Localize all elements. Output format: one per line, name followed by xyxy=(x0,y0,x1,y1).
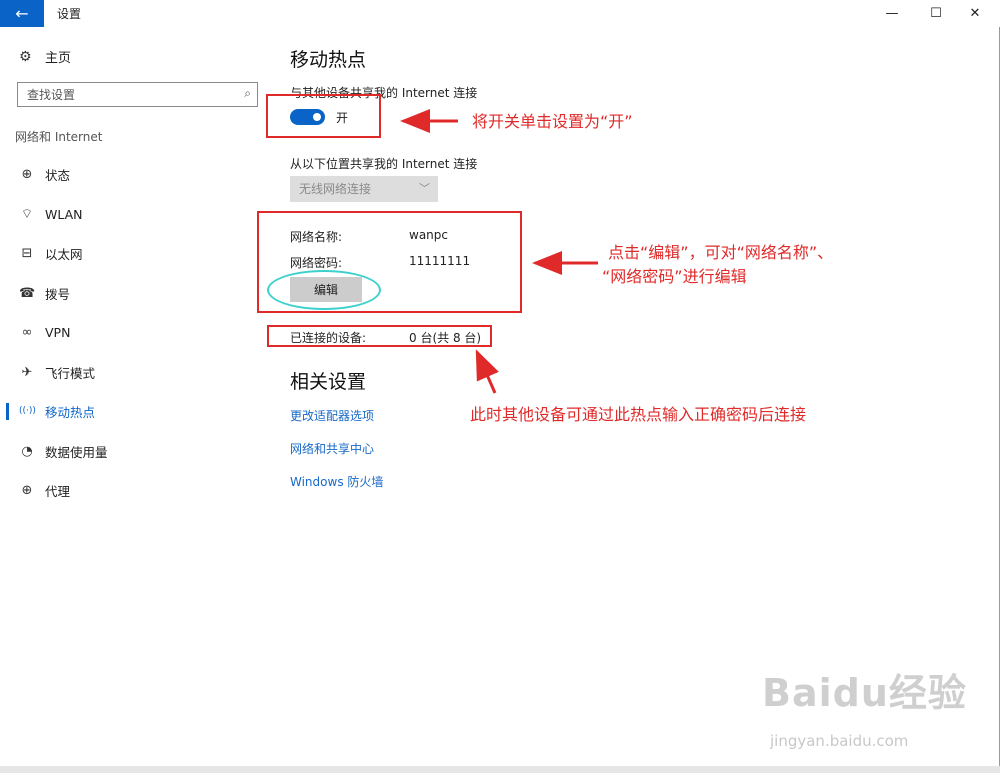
link-network-sharing-center[interactable]: 网络和共享中心 xyxy=(290,440,374,457)
sidebar-item-wlan[interactable]: ⌔ WLAN xyxy=(0,199,270,229)
active-indicator xyxy=(6,403,9,420)
sidebar-item-vpn[interactable]: ∞ VPN xyxy=(0,317,270,347)
annotation-connect-note: 此时其他设备可通过此热点输入正确密码后连接 xyxy=(470,405,807,424)
home-label: 主页 xyxy=(45,51,72,66)
search-icon[interactable]: ⌕ xyxy=(244,86,251,101)
back-arrow-icon: ← xyxy=(15,4,29,23)
sidebar-item-label: 拨号 xyxy=(45,286,71,302)
page-title: 移动热点 xyxy=(290,49,367,71)
annotation-edit-note-line1: 点击“编辑”，可对“网络名称”、 xyxy=(608,243,834,262)
sidebar-item-label: 移动热点 xyxy=(45,404,96,420)
share-from-label: 从以下位置共享我的 Internet 连接 xyxy=(290,157,478,171)
annotation-edit-note-line2: “网络密码”进行编辑 xyxy=(602,267,747,286)
annotation-box-connected xyxy=(267,325,492,347)
sidebar-home[interactable]: ⚙ 主页 xyxy=(19,47,72,67)
annotation-oval-edit xyxy=(267,270,381,310)
sidebar-item-label: 代理 xyxy=(45,483,71,499)
data-usage-icon: ◔ xyxy=(21,443,33,459)
search-box: ⌕ xyxy=(17,82,258,107)
annotation-box-toggle xyxy=(266,94,381,138)
baidu-watermark-url: jingyan.baidu.com xyxy=(770,732,909,750)
annotation-toggle-note: 将开关单击设置为“开” xyxy=(472,112,633,131)
sidebar-item-label: 以太网 xyxy=(45,246,83,262)
search-input[interactable] xyxy=(18,83,233,106)
sidebar-item-proxy[interactable]: ⊕ 代理 xyxy=(0,475,270,505)
sidebar-item-ethernet[interactable]: ⊟ 以太网 xyxy=(0,238,270,268)
baidu-watermark: Baidu经验 xyxy=(762,671,967,715)
ethernet-icon: ⊟ xyxy=(21,245,33,261)
chevron-down-icon: ﹀ xyxy=(419,182,430,195)
window-title: 设置 xyxy=(57,7,82,21)
sidebar: ⚙ 主页 ⌕ 网络和 Internet ⊕ 状态 ⌔ WLAN ⊟ 以太网 ☎ … xyxy=(0,27,270,773)
sidebar-item-label: 状态 xyxy=(45,167,71,183)
link-adapter-options[interactable]: 更改适配器选项 xyxy=(290,407,374,424)
settings-window: ← 设置 — ☐ ✕ ⚙ 主页 ⌕ 网络和 Internet ⊕ 状态 ⌔ WL… xyxy=(0,0,1000,773)
hotspot-icon: ((·)) xyxy=(19,406,36,416)
bottom-strip xyxy=(0,766,1000,773)
sidebar-item-label: 数据使用量 xyxy=(45,444,108,460)
globe-status-icon: ⊕ xyxy=(21,166,33,182)
sidebar-item-label: VPN xyxy=(45,324,71,340)
sidebar-group-label: 网络和 Internet xyxy=(15,130,103,144)
wifi-icon: ⌔ xyxy=(20,207,34,222)
share-from-dropdown: 无线网络连接 ﹀ xyxy=(290,176,438,202)
close-button[interactable]: ✕ xyxy=(952,0,998,27)
airplane-icon: ✈ xyxy=(21,364,33,380)
title-bar: ← 设置 — ☐ ✕ xyxy=(0,0,1000,27)
dialup-icon: ☎ xyxy=(19,285,36,301)
sidebar-item-label: WLAN xyxy=(45,206,83,222)
related-settings-title: 相关设置 xyxy=(290,371,367,393)
link-windows-firewall[interactable]: Windows 防火墙 xyxy=(290,473,383,490)
gear-icon: ⚙ xyxy=(19,48,32,65)
sidebar-item-status[interactable]: ⊕ 状态 xyxy=(0,159,270,189)
sidebar-item-dialup[interactable]: ☎ 拨号 xyxy=(0,278,270,308)
minimize-button[interactable]: — xyxy=(869,0,915,27)
back-button[interactable]: ← xyxy=(0,0,44,27)
sidebar-item-airplane-mode[interactable]: ✈ 飞行模式 xyxy=(0,357,270,387)
share-from-value: 无线网络连接 xyxy=(299,182,372,196)
sidebar-item-data-usage[interactable]: ◔ 数据使用量 xyxy=(0,436,270,466)
close-icon: ✕ xyxy=(969,6,981,21)
minimize-icon: — xyxy=(885,6,899,21)
maximize-icon: ☐ xyxy=(930,6,942,21)
sidebar-item-mobile-hotspot[interactable]: ((·)) 移动热点 xyxy=(0,396,270,426)
proxy-icon: ⊕ xyxy=(21,482,33,498)
sidebar-item-label: 飞行模式 xyxy=(45,365,96,381)
vpn-icon: ∞ xyxy=(21,324,33,340)
